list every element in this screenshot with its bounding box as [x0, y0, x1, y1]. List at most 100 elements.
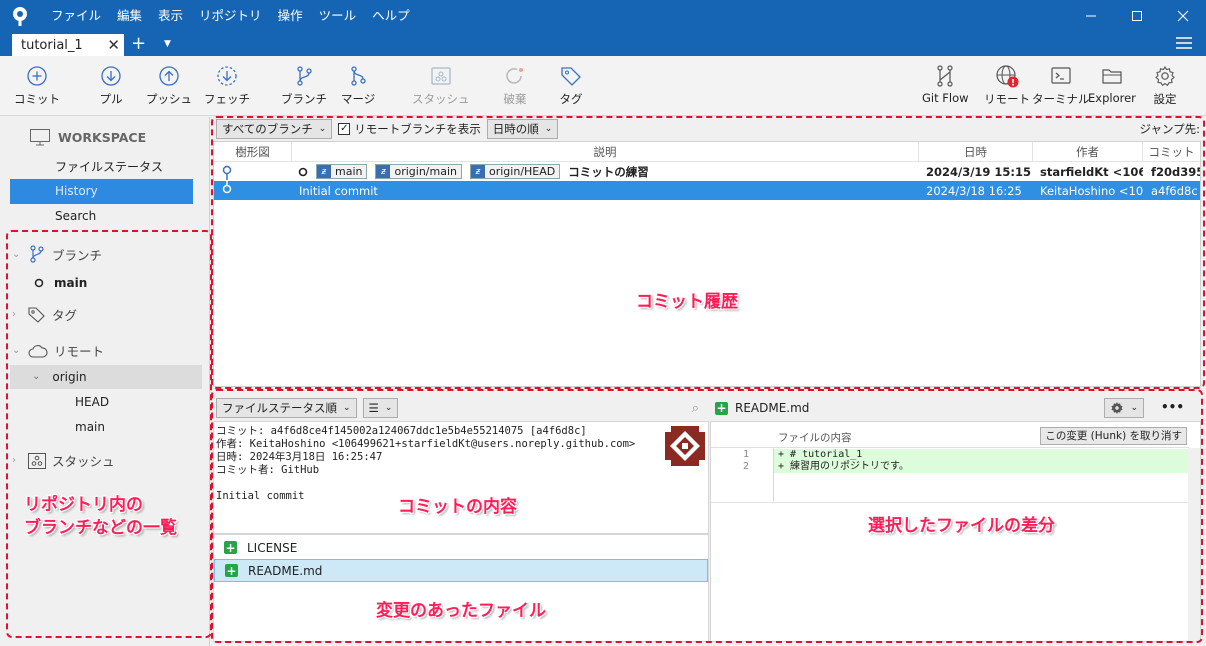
list-icon: ☰ [368, 401, 379, 415]
menu-view[interactable]: 表示 [150, 0, 191, 32]
branch-item-main[interactable]: main [34, 276, 87, 290]
search-icon[interactable]: ⌕ [692, 401, 699, 416]
column-description[interactable]: 説明 [292, 142, 919, 161]
list-item[interactable]: + README.md [214, 559, 708, 582]
stash-section-header[interactable]: › スタッシュ [12, 451, 115, 470]
add-tab-icon[interactable]: + [131, 33, 146, 55]
commit-author: starfieldKt <10649 [1040, 164, 1143, 179]
tab-dropdown-icon[interactable]: ▼ [164, 36, 171, 52]
sidebar-item-history[interactable]: History [10, 179, 193, 204]
hunk-separator [711, 502, 1189, 503]
column-graph[interactable]: 樹形図 [214, 142, 292, 161]
list-item[interactable]: + LICENSE [214, 536, 708, 559]
line-number: 2 [742, 461, 749, 472]
remote-item-origin[interactable]: ⌄ origin [10, 365, 202, 389]
remotes-section-header[interactable]: ⌄ リモート [12, 341, 104, 360]
remote-button[interactable]: ! リモート [984, 64, 1030, 107]
avatar [665, 426, 705, 466]
remote-alert-badge: ! [1011, 79, 1015, 89]
menu-help[interactable]: ヘルプ [364, 0, 418, 32]
menu-repository[interactable]: リポジトリ [191, 0, 270, 32]
explorer-button[interactable]: Explorer [1088, 64, 1136, 105]
terminal-button[interactable]: ターミナル [1032, 64, 1090, 107]
sidebar-item-file-status[interactable]: ファイルステータス [10, 155, 193, 180]
tag-button[interactable]: タグ [559, 64, 583, 107]
commit-button[interactable]: コミット [14, 64, 60, 107]
branch-filter-dropdown[interactable]: すべてのブランチ ⌄ [216, 119, 333, 139]
stash-button[interactable]: スタッシュ [412, 64, 470, 107]
table-row[interactable]: Initial commit 2024/3/18 16:25 KeitaHosh… [214, 179, 1200, 202]
hunk-title: ファイルの内容 [778, 432, 852, 444]
merge-button[interactable]: マージ [341, 64, 375, 107]
folder-icon [1102, 69, 1122, 84]
committer-line: コミット者: GitHub [216, 464, 320, 476]
settings-button[interactable]: 設定 [1153, 64, 1177, 107]
close-tab-icon[interactable]: ✕ [107, 36, 120, 54]
terminal-icon [1051, 67, 1071, 84]
diff-options-button[interactable]: ⌄ [1104, 398, 1144, 418]
hamburger-menu-icon[interactable] [1176, 36, 1192, 50]
branch-button[interactable]: ブランチ [281, 64, 327, 107]
checkmark-icon: ✓ [338, 123, 351, 135]
tags-section-header[interactable]: › タグ [12, 305, 77, 324]
file-list-toolbar: ファイルステータス順 ⌄ ☰ ⌄ ⌕ [213, 395, 709, 421]
commit-hash: f20d395 [1151, 164, 1200, 179]
jump-to-label[interactable]: ジャンプ先: [1140, 121, 1200, 137]
view-mode-dropdown[interactable]: ☰ ⌄ [362, 398, 399, 418]
fetch-button[interactable]: フェッチ [204, 64, 250, 107]
annotation-changed-files: 変更のあったファイル [376, 601, 546, 621]
menu-actions[interactable]: 操作 [270, 0, 311, 32]
branch-icon: ᵶ [471, 165, 485, 178]
column-commit[interactable]: コミット [1143, 142, 1200, 161]
sort-order-dropdown[interactable]: 日時の順 ⌄ [486, 119, 559, 139]
menu-file[interactable]: ファイル [43, 0, 109, 32]
column-author[interactable]: 作者 [1033, 142, 1143, 161]
diff-line: 1 + # tutorial_1 [711, 449, 1189, 461]
minimize-button[interactable] [1068, 0, 1114, 32]
changed-files-list: + LICENSE + README.md [213, 534, 709, 642]
table-row[interactable]: ᵶ main ᵶ origin/main ᵶ origin/HEAD コミットの練習 … [214, 162, 1200, 181]
tab-tutorial-1[interactable]: tutorial_1 ✕ [12, 34, 124, 56]
diff-line: 2 + 練習用のリポジトリです。 [711, 461, 1189, 473]
remote-branch-head[interactable]: HEAD [75, 395, 109, 409]
show-remote-branches-checkbox[interactable]: ✓ リモートブランチを表示 [338, 121, 481, 137]
commit-details: コミット: a4f6d8ce4f145002a124067ddc1e5b4e55… [213, 421, 709, 534]
branches-section-header[interactable]: ⌄ ブランチ [12, 244, 102, 264]
pull-button[interactable]: プル [99, 64, 123, 107]
more-options-icon[interactable]: ••• [1161, 400, 1184, 414]
discard-button[interactable]: 破棄 [503, 64, 527, 107]
commit-date: 2024/3/18 16:25 [926, 183, 1022, 198]
chevron-right-icon: › [12, 455, 16, 466]
file-sort-dropdown[interactable]: ファイルステータス順 ⌄ [216, 398, 357, 418]
ref-label-main[interactable]: ᵶ main [316, 164, 368, 179]
vertical-scrollbar[interactable] [1188, 448, 1200, 642]
discard-icon [506, 68, 523, 84]
diff-header: + README.md ⌄ ••• [710, 395, 1201, 421]
chevron-down-icon: ⌄ [12, 345, 21, 356]
remote-branch-main[interactable]: main [75, 420, 105, 434]
gear-icon [1111, 402, 1123, 414]
ref-label-origin-main[interactable]: ᵶ origin/main [375, 164, 462, 179]
maximize-button[interactable] [1114, 0, 1160, 32]
tab-label: tutorial_1 [21, 37, 83, 53]
chevron-right-icon: › [12, 309, 16, 320]
graph-node-icon [214, 179, 292, 202]
push-button[interactable]: プッシュ [146, 64, 192, 107]
chevron-down-icon: ⌄ [1130, 403, 1138, 413]
close-window-button[interactable] [1160, 0, 1206, 32]
annotation-sidebar-line2: ブランチなどの一覧 [24, 518, 177, 538]
monitor-icon [30, 129, 50, 146]
sidebar-item-search[interactable]: Search [10, 204, 193, 229]
toolbar: コミット プル プッシュ フェッチ ブランチ マージ スタッシュ 破棄 タグ G… [0, 56, 1206, 116]
pull-icon [101, 66, 121, 86]
git-flow-button[interactable]: Git Flow [922, 64, 969, 105]
commit-author: KeitaHoshino <10€ [1040, 183, 1143, 198]
workspace-header: WORKSPACE [30, 129, 146, 146]
added-line: + # tutorial_1 [774, 449, 1189, 461]
menu-edit[interactable]: 編集 [109, 0, 150, 32]
menu-tools[interactable]: ツール [311, 0, 365, 32]
ref-label-origin-head[interactable]: ᵶ origin/HEAD [470, 164, 561, 179]
discard-hunk-button[interactable]: この変更 (Hunk) を取り消す [1040, 427, 1187, 445]
sourcetree-logo-icon [9, 5, 31, 27]
column-date[interactable]: 日時 [919, 142, 1033, 161]
